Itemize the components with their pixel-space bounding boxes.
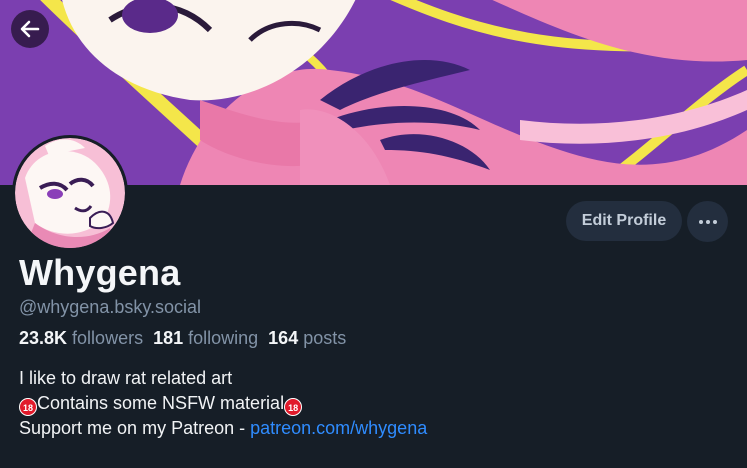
following-label: following bbox=[188, 328, 259, 348]
profile-stats: 23.8K followers 181 following 164 posts bbox=[19, 328, 346, 349]
bio-line-2: 18 Contains some NSFW material 18 bbox=[19, 391, 427, 416]
display-name: Whygena bbox=[19, 252, 181, 293]
profile-bio: I like to draw rat related art 18 Contain… bbox=[19, 366, 427, 441]
more-options-button[interactable] bbox=[687, 201, 728, 242]
followers-count: 23.8K bbox=[19, 328, 68, 348]
bio-line-3: Support me on my Patreon - patreon.com/w… bbox=[19, 416, 427, 441]
profile-handle: @whygena.bsky.social bbox=[19, 297, 202, 317]
posts-count: 164 bbox=[268, 328, 299, 348]
arrow-left-icon bbox=[20, 20, 40, 38]
no-under-18-icon: 18 bbox=[284, 398, 303, 416]
followers-link[interactable]: 23.8K followers bbox=[19, 328, 143, 349]
following-count: 181 bbox=[153, 328, 184, 348]
bio-nsfw-text: Contains some NSFW material bbox=[37, 393, 285, 413]
bio-patreon-prefix: Support me on my Patreon - bbox=[19, 418, 251, 438]
avatar-image bbox=[15, 138, 125, 248]
edit-profile-button[interactable]: Edit Profile bbox=[566, 201, 682, 241]
posts-label: posts bbox=[303, 328, 347, 348]
avatar[interactable] bbox=[12, 135, 128, 251]
patreon-link[interactable]: patreon.com/whygena bbox=[250, 418, 427, 438]
followers-label: followers bbox=[72, 328, 144, 348]
back-button[interactable] bbox=[11, 10, 49, 48]
following-link[interactable]: 181 following bbox=[153, 328, 258, 349]
bio-line-1: I like to draw rat related art bbox=[19, 368, 233, 388]
ellipsis-icon bbox=[698, 219, 717, 224]
no-under-18-icon: 18 bbox=[19, 398, 37, 416]
posts-stat: 164 posts bbox=[268, 328, 346, 349]
